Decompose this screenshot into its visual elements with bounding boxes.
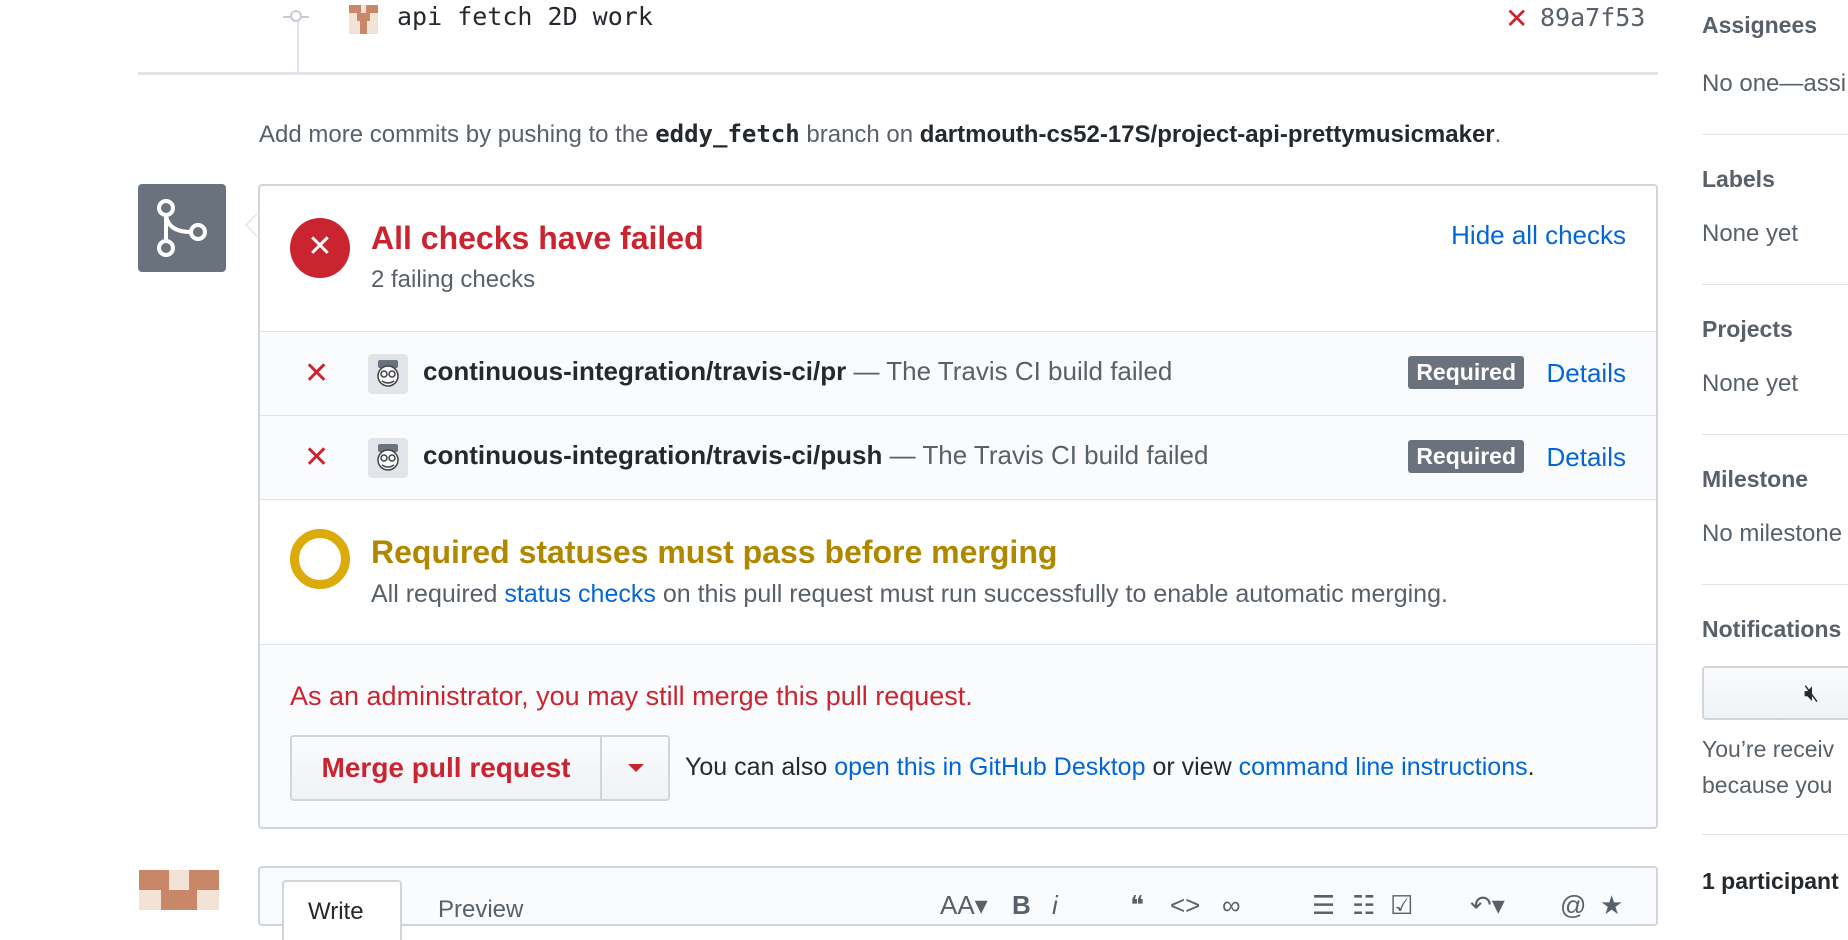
sidebar-divider: [1702, 284, 1848, 285]
check-row: ✕ continuous-integration/travis-ci/push …: [260, 416, 1656, 500]
bold-icon[interactable]: B: [1012, 890, 1031, 921]
projects-heading[interactable]: Projects: [1702, 316, 1793, 343]
task-list-icon[interactable]: ☑: [1390, 890, 1413, 921]
github-desktop-link[interactable]: open this in GitHub Desktop: [834, 753, 1145, 781]
timeline-line: [297, 22, 299, 72]
bookmark-icon[interactable]: ★: [1600, 890, 1623, 921]
check-description: — The Travis CI build failed: [853, 356, 1173, 386]
commit-icon: [290, 10, 302, 22]
hide-checks-link[interactable]: Hide all checks: [1451, 220, 1626, 251]
pending-icon: [290, 529, 350, 589]
mention-icon[interactable]: @: [1560, 890, 1586, 921]
x-icon: ✕: [304, 441, 330, 474]
merge-button-group: Merge pull request: [290, 735, 670, 801]
failure-icon: ✕: [290, 218, 350, 278]
x-icon[interactable]: ✕: [1505, 2, 1528, 35]
commit-sha[interactable]: 89a7f53: [1540, 3, 1645, 32]
required-badge: Required: [1408, 440, 1524, 473]
check-description: — The Travis CI build failed: [889, 440, 1209, 470]
bullet-list-icon[interactable]: ☰: [1312, 890, 1335, 921]
check-row: ✕ continuous-integration/travis-ci/pr — …: [260, 332, 1656, 416]
sidebar-divider: [1702, 834, 1848, 835]
x-icon: ✕: [304, 357, 330, 390]
milestone-heading[interactable]: Milestone: [1702, 466, 1808, 493]
status-prefix: All required: [371, 580, 498, 608]
details-link[interactable]: Details: [1547, 358, 1626, 389]
sidebar-divider: [1702, 134, 1848, 135]
avatar[interactable]: [349, 5, 378, 34]
link-icon[interactable]: ∞: [1222, 890, 1241, 921]
required-status-section: Required statuses must pass before mergi…: [260, 500, 1656, 645]
merge-pull-request-button[interactable]: Merge pull request: [292, 737, 602, 799]
sidebar-divider: [1702, 434, 1848, 435]
milestone-value: No milestone: [1702, 520, 1843, 547]
check-text: continuous-integration/travis-ci/push — …: [423, 440, 1208, 471]
status-description: All required status checks on this pull …: [371, 580, 1448, 609]
details-link[interactable]: Details: [1547, 442, 1626, 473]
italic-icon[interactable]: i: [1052, 890, 1058, 921]
code-icon[interactable]: <>: [1170, 890, 1200, 921]
unsubscribe-button[interactable]: 🔇︎ U: [1702, 666, 1848, 720]
notification-reason-line1: You’re receiv: [1702, 736, 1835, 762]
merge-method-dropdown[interactable]: [602, 737, 668, 799]
chevron-down-icon: [628, 764, 644, 772]
commit-message[interactable]: api fetch 2D work: [397, 2, 653, 31]
assignees-heading[interactable]: Assignees: [1702, 12, 1817, 39]
text-size-icon[interactable]: AA▾: [940, 890, 988, 921]
labels-value: None yet: [1702, 220, 1799, 247]
travis-avatar: [368, 438, 408, 478]
command-line-link[interactable]: command line instructions: [1239, 753, 1528, 781]
travis-avatar: [368, 354, 408, 394]
sidebar: Assignees No one—assi Labels None yet Pr…: [1702, 0, 1848, 910]
timeline-divider: [138, 72, 1658, 75]
merge-box: ✕ All checks have failed 2 failing check…: [258, 184, 1658, 829]
also-suffix: .: [1527, 753, 1535, 781]
projects-value: None yet: [1702, 370, 1799, 397]
admin-merge-section: As an administrator, you may still merge…: [260, 645, 1656, 827]
quote-icon[interactable]: ❝: [1130, 890, 1144, 921]
mute-icon: 🔇︎ U: [1804, 680, 1820, 707]
checks-summary: ✕ All checks have failed 2 failing check…: [260, 186, 1656, 332]
check-name: continuous-integration/travis-ci/push: [423, 440, 883, 470]
check-text: continuous-integration/travis-ci/pr — Th…: [423, 356, 1172, 387]
participants-heading: 1 participant: [1702, 868, 1839, 894]
hint-suffix: .: [1494, 121, 1502, 148]
timeline-pointer: [245, 213, 258, 237]
labels-heading[interactable]: Labels: [1702, 166, 1775, 193]
sidebar-divider: [1702, 584, 1848, 585]
status-title: Required statuses must pass before mergi…: [371, 534, 1058, 570]
branch-name: eddy_fetch: [655, 120, 800, 148]
check-name: continuous-integration/travis-ci/pr: [423, 356, 847, 386]
merge-alternatives: You can also open this in GitHub Desktop…: [685, 753, 1535, 782]
hint-middle: branch on: [806, 121, 914, 148]
git-merge-icon: [138, 184, 226, 272]
notifications-heading: Notifications: [1702, 616, 1842, 642]
comment-composer: Write Preview AA▾ B i ❝ <> ∞ ☰ ☷ ☑ ↶▾ @ …: [258, 866, 1658, 940]
status-checks-link[interactable]: status checks: [504, 580, 655, 608]
assignees-value: No one—assi: [1702, 70, 1847, 97]
hint-prefix: Add more commits by pushing to the: [259, 121, 649, 148]
required-badge: Required: [1408, 356, 1524, 389]
tab-write[interactable]: Write: [282, 880, 402, 940]
numbered-list-icon[interactable]: ☷: [1352, 890, 1375, 921]
repo-name: dartmouth-cs52-17S/project-api-prettymus…: [919, 121, 1495, 148]
add-commits-hint: Add more commits by pushing to the eddy_…: [259, 120, 1501, 149]
notification-reason-line2: because you: [1702, 772, 1833, 798]
also-prefix: You can also: [685, 753, 828, 781]
checks-title: All checks have failed: [371, 220, 704, 256]
checks-subtitle: 2 failing checks: [371, 266, 536, 293]
admin-message: As an administrator, you may still merge…: [290, 681, 973, 711]
tab-preview[interactable]: Preview: [438, 896, 523, 924]
also-middle: or view: [1152, 753, 1232, 781]
avatar[interactable]: [139, 870, 219, 910]
reply-icon[interactable]: ↶▾: [1470, 890, 1505, 921]
status-suffix: on this pull request must run successful…: [662, 580, 1448, 608]
